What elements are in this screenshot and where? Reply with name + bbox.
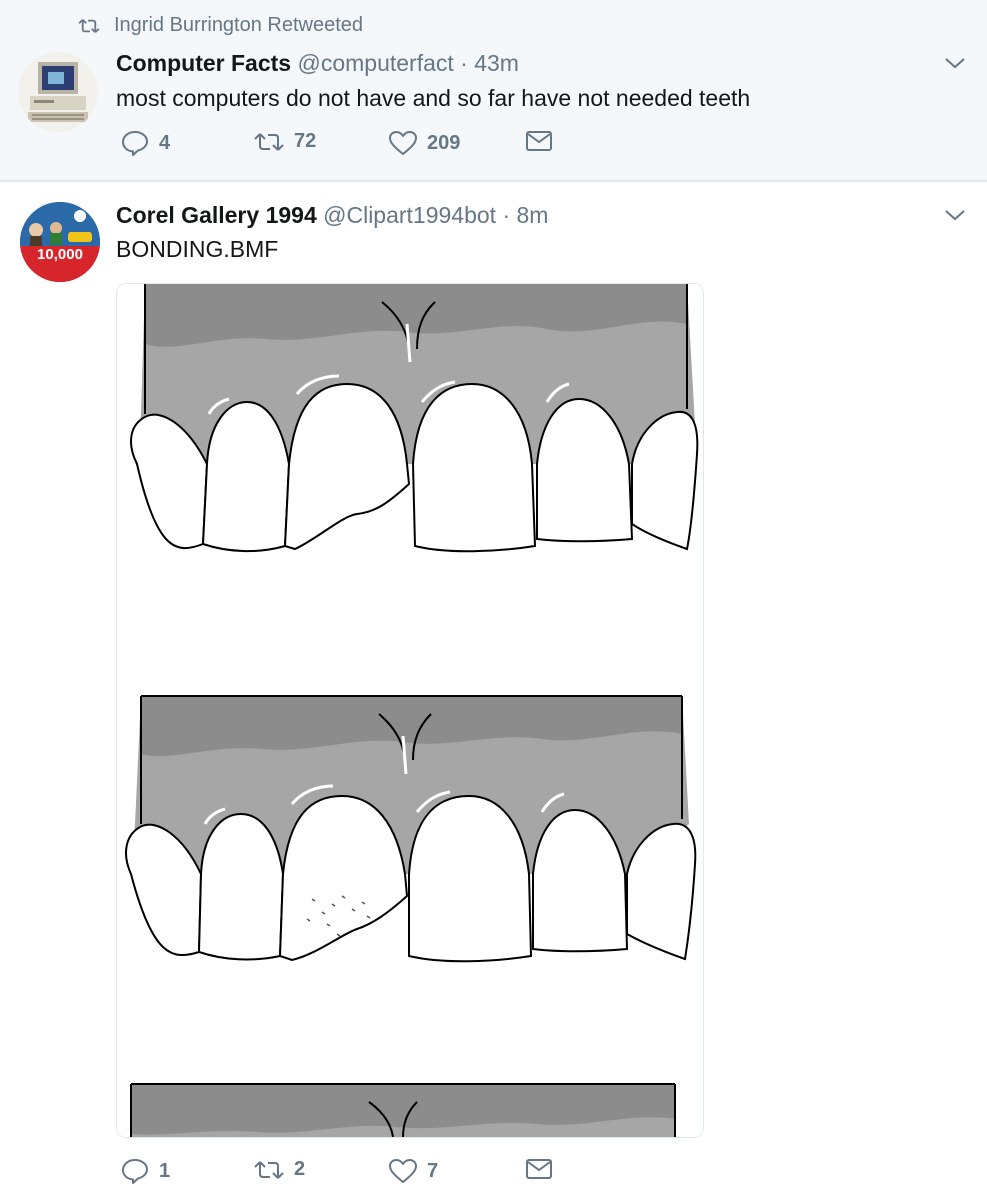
tweet-header: Computer Facts @computerfact · 43m bbox=[116, 50, 519, 77]
like-button[interactable]: 209 bbox=[389, 130, 460, 156]
timestamp[interactable]: · 8m bbox=[502, 202, 548, 228]
dm-button[interactable] bbox=[526, 130, 552, 152]
teeth-panel-third bbox=[130, 1083, 676, 1137]
retweet-count: 72 bbox=[294, 130, 317, 152]
tweet-corel-gallery[interactable]: 10,000 Corel Gallery 1994 @Clipart1994bo… bbox=[0, 182, 987, 1200]
display-name[interactable]: Corel Gallery 1994 bbox=[116, 202, 317, 228]
caret-down-icon[interactable] bbox=[944, 56, 966, 75]
reply-icon bbox=[122, 1159, 148, 1184]
avatar[interactable]: 10,000 bbox=[20, 202, 100, 282]
dm-icon bbox=[526, 131, 552, 151]
teeth-panel-before bbox=[130, 284, 699, 553]
display-name[interactable]: Computer Facts bbox=[116, 50, 291, 76]
retweet-context-text[interactable]: Ingrid Burrington Retweeted bbox=[114, 14, 363, 37]
tweet-text: most computers do not have and so far ha… bbox=[116, 85, 751, 111]
avatar-badge: 10,000 bbox=[37, 246, 83, 263]
caret-down-icon[interactable] bbox=[944, 208, 966, 227]
retweet-count: 2 bbox=[294, 1158, 306, 1180]
reply-icon bbox=[122, 131, 148, 156]
tweet-computer-facts[interactable]: Ingrid Burrington Retweeted Computer Fac… bbox=[0, 0, 987, 182]
retweet-icon bbox=[254, 132, 284, 151]
teeth-panel-after bbox=[125, 695, 697, 963]
like-button[interactable]: 7 bbox=[389, 1158, 438, 1184]
like-count: 7 bbox=[427, 1159, 439, 1182]
retweet-icon bbox=[78, 18, 100, 33]
like-icon bbox=[389, 131, 417, 155]
tweet-header: Corel Gallery 1994 @Clipart1994bot · 8m bbox=[116, 202, 548, 229]
retweet-button[interactable]: 72 bbox=[254, 130, 316, 153]
reply-count: 1 bbox=[159, 1159, 171, 1182]
reply-count: 4 bbox=[159, 131, 171, 154]
reply-button[interactable]: 1 bbox=[121, 1158, 170, 1184]
retweet-icon bbox=[254, 1160, 284, 1179]
user-handle[interactable]: @Clipart1994bot bbox=[323, 202, 496, 228]
like-count: 209 bbox=[427, 131, 461, 154]
retweet-context: Ingrid Burrington Retweeted bbox=[78, 14, 363, 37]
computer-avatar-image bbox=[18, 52, 98, 132]
dm-icon bbox=[526, 1159, 552, 1179]
clipart-avatar-image bbox=[20, 202, 100, 282]
user-handle[interactable]: @computerfact bbox=[297, 50, 453, 76]
tweet-text: BONDING.BMF bbox=[116, 236, 279, 262]
timestamp[interactable]: · 43m bbox=[460, 50, 519, 76]
reply-button[interactable]: 4 bbox=[121, 130, 170, 156]
tweet-media-image[interactable] bbox=[116, 283, 704, 1138]
avatar[interactable] bbox=[18, 52, 98, 132]
like-icon bbox=[389, 1159, 417, 1183]
retweet-button[interactable]: 2 bbox=[254, 1158, 305, 1181]
dm-button[interactable] bbox=[526, 1158, 552, 1180]
teeth-bonding-clipart bbox=[117, 284, 703, 1137]
